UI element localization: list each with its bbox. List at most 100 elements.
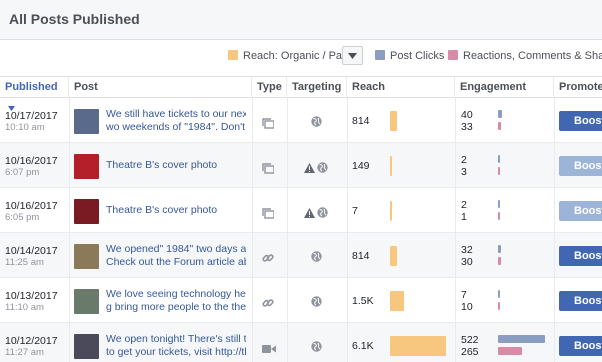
column-targeting[interactable]: Targeting bbox=[287, 77, 347, 98]
column-divider bbox=[554, 188, 555, 232]
published-time: 11:27 am bbox=[5, 346, 44, 358]
column-published-label: Published bbox=[5, 81, 58, 93]
globe-icon bbox=[317, 205, 328, 223]
boost-button[interactable]: Boost bbox=[559, 155, 602, 176]
table-row[interactable]: 10/13/2017 11:10 am We love seeing technol… bbox=[0, 278, 602, 323]
reactions-value: 30 bbox=[461, 255, 473, 268]
globe-icon bbox=[317, 160, 328, 178]
post-text-line-1: We opened" 1984" two days ago! bbox=[106, 242, 246, 255]
reach-bar bbox=[390, 155, 392, 176]
post-text[interactable]: Theatre B's cover photo bbox=[106, 204, 246, 217]
legend-post-clicks-swatch bbox=[375, 50, 385, 60]
column-divider bbox=[69, 98, 70, 142]
boost-button[interactable]: Boost bbox=[559, 245, 602, 266]
reach-bar bbox=[390, 335, 446, 356]
column-divider bbox=[252, 278, 253, 322]
legend-reach-label: Reach: Organic / Paid bbox=[243, 50, 351, 62]
post-text-line-1: Theatre B's cover photo bbox=[106, 203, 218, 216]
post-text[interactable]: We open tonight! There's still timeto ge… bbox=[106, 333, 246, 359]
column-reach[interactable]: Reach bbox=[347, 77, 455, 98]
table-row[interactable]: 10/16/2017 6:07 pm Theatre B's cover photo… bbox=[0, 143, 602, 188]
legend-reactions: Reactions, Comments & Shares bbox=[448, 50, 602, 62]
post-text[interactable]: We still have tickets to our next t wo we… bbox=[106, 108, 246, 134]
post-thumbnail[interactable] bbox=[74, 333, 99, 359]
column-divider bbox=[69, 323, 70, 362]
column-divider bbox=[287, 188, 288, 232]
post-thumbnail[interactable] bbox=[74, 288, 99, 314]
legend-reactions-swatch bbox=[448, 50, 458, 60]
legend-post-clicks-label: Post Clicks bbox=[390, 50, 445, 62]
column-divider bbox=[347, 278, 348, 322]
table-row[interactable]: 10/14/2017 11:25 am We opened" 1984" two d… bbox=[0, 233, 602, 278]
post-clicks-value: 7 bbox=[461, 288, 467, 301]
published-date: 10/14/2017 bbox=[5, 244, 58, 257]
column-promote[interactable]: Promote bbox=[554, 77, 602, 98]
reactions-bar bbox=[498, 121, 501, 130]
column-divider bbox=[554, 278, 555, 322]
post-clicks-value: 32 bbox=[461, 243, 473, 256]
column-divider bbox=[287, 233, 288, 277]
column-divider bbox=[347, 98, 348, 142]
boost-button[interactable]: Boost bbox=[559, 290, 602, 311]
reach-bar bbox=[390, 290, 404, 311]
column-divider bbox=[455, 323, 456, 362]
column-divider bbox=[347, 233, 348, 277]
reach-bar bbox=[390, 110, 398, 131]
table-header: Published Post Type Targeting Reach Enga… bbox=[0, 76, 602, 111]
post-text[interactable]: Theatre B's cover photo bbox=[106, 159, 246, 172]
table-row[interactable]: 10/17/2017 10:10 am We still have tickets … bbox=[0, 98, 602, 143]
reach-dropdown-button[interactable] bbox=[342, 46, 363, 65]
post-thumbnail[interactable] bbox=[74, 153, 99, 179]
reach-value: 814 bbox=[352, 249, 370, 262]
column-divider bbox=[252, 323, 253, 362]
boost-button[interactable]: Boost bbox=[559, 335, 602, 356]
link-icon bbox=[262, 251, 274, 269]
post-text[interactable]: We love seeing technology helping bring … bbox=[106, 288, 246, 314]
reactions-value: 265 bbox=[461, 345, 479, 358]
column-divider bbox=[69, 188, 70, 232]
post-clicks-bar bbox=[498, 244, 501, 253]
post-clicks-value: 2 bbox=[461, 198, 467, 211]
column-divider bbox=[252, 188, 253, 232]
post-clicks-value: 522 bbox=[461, 333, 479, 346]
column-type[interactable]: Type bbox=[252, 77, 287, 98]
published-time: 6:07 pm bbox=[5, 166, 40, 178]
column-divider bbox=[69, 278, 70, 322]
post-clicks-bar bbox=[498, 199, 500, 208]
published-time: 6:05 pm bbox=[5, 211, 40, 223]
column-divider bbox=[455, 188, 456, 232]
column-divider bbox=[252, 143, 253, 187]
post-clicks-bar bbox=[498, 154, 500, 163]
post-text-line-1: We still have tickets to our next t bbox=[106, 107, 246, 120]
legend-reactions-label: Reactions, Comments & Shares bbox=[463, 50, 602, 62]
column-published[interactable]: Published bbox=[0, 77, 69, 111]
warning-icon bbox=[304, 160, 315, 178]
column-divider bbox=[252, 98, 253, 142]
reactions-value: 10 bbox=[461, 300, 473, 313]
boost-button[interactable]: Boost bbox=[559, 200, 602, 221]
column-divider bbox=[347, 188, 348, 232]
post-text-line-2: to get your tickets, visit http://thea bbox=[106, 345, 246, 358]
post-text[interactable]: We opened" 1984" two days ago! Check out … bbox=[106, 243, 246, 269]
post-thumbnail[interactable] bbox=[74, 108, 99, 134]
post-clicks-bar bbox=[498, 334, 545, 343]
post-thumbnail[interactable] bbox=[74, 198, 99, 224]
column-post[interactable]: Post bbox=[69, 77, 252, 98]
column-divider bbox=[554, 98, 555, 142]
column-engagement[interactable]: Engagement bbox=[455, 77, 554, 98]
reactions-value: 33 bbox=[461, 120, 473, 133]
published-date: 10/13/2017 bbox=[5, 289, 58, 302]
shared-post-icon bbox=[262, 161, 275, 179]
post-clicks-bar bbox=[498, 289, 500, 298]
page-header: All Posts Published bbox=[0, 0, 602, 40]
reactions-bar bbox=[498, 211, 500, 220]
legend-post-clicks: Post Clicks bbox=[375, 50, 444, 62]
table-row[interactable]: 10/16/2017 6:05 pm Theatre B's cover photo… bbox=[0, 188, 602, 233]
table-row[interactable]: 10/12/2017 11:27 am We open tonight! There… bbox=[0, 323, 602, 362]
published-time: 10:10 am bbox=[5, 121, 45, 133]
link-icon bbox=[262, 296, 274, 314]
legend-reach: Reach: Organic / Paid bbox=[228, 50, 351, 62]
post-thumbnail[interactable] bbox=[74, 243, 99, 269]
reach-bar bbox=[390, 245, 398, 266]
boost-button[interactable]: Boost bbox=[559, 110, 602, 131]
